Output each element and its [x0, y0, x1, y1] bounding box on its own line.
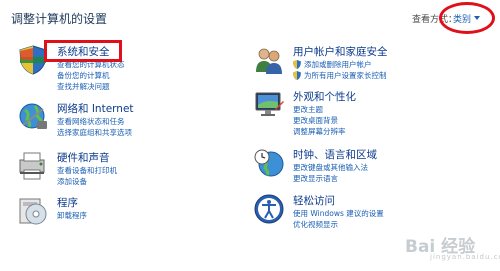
- category-heading[interactable]: 用户帐户和家庭安全: [293, 44, 388, 59]
- programs-disc-icon[interactable]: [17, 195, 49, 227]
- highlight-box: [44, 40, 122, 62]
- link-change-theme[interactable]: 更改主题: [293, 104, 346, 115]
- link-backup[interactable]: 备份您的计算机: [57, 70, 125, 81]
- category-heading[interactable]: 轻松访问: [293, 193, 335, 208]
- link-label: 添加或删除用户帐户: [304, 60, 372, 69]
- uac-shield-icon: [293, 71, 301, 80]
- link-network-status[interactable]: 查看网络状态和任务: [57, 116, 132, 127]
- page-title: 调整计算机的设置: [11, 12, 108, 26]
- category-heading[interactable]: 网络和 Internet: [57, 101, 134, 116]
- uac-shield-icon: [293, 60, 301, 69]
- link-homegroup[interactable]: 选择家庭组和共享选项: [57, 127, 132, 138]
- ease-of-access-icon[interactable]: [253, 193, 285, 225]
- link-devices-printers[interactable]: 查看设备和打印机: [57, 165, 117, 176]
- category-heading[interactable]: 时钟、语言和区域: [293, 147, 377, 162]
- monitor-icon[interactable]: [253, 89, 285, 121]
- link-add-remove-users[interactable]: 添加或删除用户帐户: [293, 59, 387, 70]
- clock-globe-icon[interactable]: [253, 147, 285, 179]
- link-optimize-display[interactable]: 优化视频显示: [293, 219, 384, 230]
- watermark-url: jingyan.baidu.com: [430, 253, 500, 261]
- category-heading[interactable]: 外观和个性化: [293, 89, 356, 104]
- category-heading[interactable]: 硬件和声音: [57, 150, 110, 165]
- category-heading[interactable]: 程序: [57, 195, 78, 210]
- link-display-language[interactable]: 更改显示语言: [293, 173, 368, 184]
- link-desktop-background[interactable]: 更改桌面背景: [293, 115, 346, 126]
- highlight-ellipse: [439, 2, 495, 34]
- link-add-device[interactable]: 添加设备: [57, 176, 117, 187]
- users-icon[interactable]: [253, 44, 285, 76]
- network-globe-icon[interactable]: [17, 101, 49, 133]
- link-uninstall[interactable]: 卸载程序: [57, 210, 87, 221]
- link-keyboard-input[interactable]: 更改键盘或其他输入法: [293, 162, 368, 173]
- link-parental-controls[interactable]: 为所有用户设置家长控制: [293, 70, 387, 81]
- printer-icon[interactable]: [17, 150, 49, 182]
- link-troubleshoot[interactable]: 查找并解决问题: [57, 81, 125, 92]
- link-recommended-settings[interactable]: 使用 Windows 建议的设置: [293, 208, 384, 219]
- link-screen-resolution[interactable]: 调整屏幕分辨率: [293, 126, 346, 137]
- link-label: 为所有用户设置家长控制: [304, 71, 387, 80]
